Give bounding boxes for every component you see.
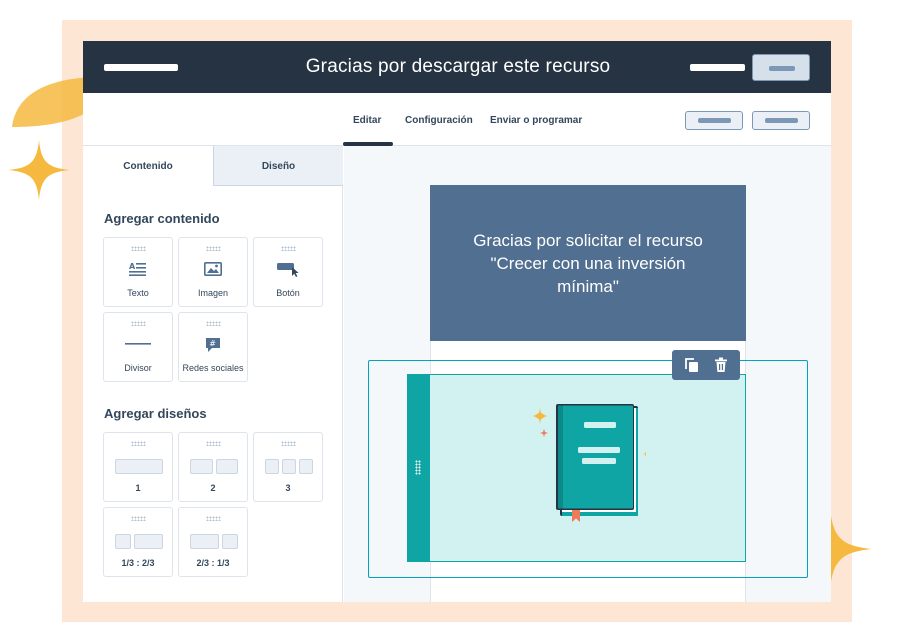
secondary-button-2[interactable] [752,111,810,130]
drag-grip-icon [131,441,146,446]
svg-text:#: # [209,339,216,348]
tile-label: Imagen [197,288,229,298]
content-tile-texto[interactable]: A Texto [103,237,173,307]
tile-label: 1 [135,483,141,493]
social-icon: # [179,337,247,358]
layout-tile-3[interactable]: 3 [253,432,323,502]
content-tile-imagen[interactable]: Imagen [178,237,248,307]
text-icon: A [104,262,172,281]
layout-preview [115,534,163,549]
drag-grip-icon [281,246,296,251]
tile-label: Botón [276,288,300,298]
delete-icon[interactable] [712,356,730,374]
layout-tile-2-3-1-3[interactable]: 2/3 : 1/3 [178,507,248,577]
tile-label: 2 [210,483,216,493]
editor-tabs: Editar Configuración Enviar o programar [83,93,831,146]
tile-label: 1/3 : 2/3 [121,558,155,568]
tile-label: 3 [285,483,291,493]
divider-icon [104,337,172,356]
layout-preview [190,459,238,474]
button-icon [254,262,322,282]
tile-label: Divisor [124,363,152,373]
drag-grip-icon [131,246,146,251]
drag-grip-icon [206,441,221,446]
tile-label: Texto [127,288,149,298]
editor-window: Gracias por descargar este recurso Edita… [83,41,831,602]
header-placeholder-right [690,64,745,71]
header-action-button[interactable] [752,54,810,81]
image-icon [179,262,247,281]
drag-grip-icon [206,246,221,251]
header-bar: Gracias por descargar este recurso [83,41,831,93]
drag-grip-icon [206,516,221,521]
email-hero-text[interactable]: Gracias por solicitar el recurso "Crecer… [430,229,746,298]
email-canvas: Gracias por solicitar el recurso "Crecer… [344,146,831,602]
drag-grip-icon [281,441,296,446]
layout-preview [190,534,238,549]
drag-grip-icon [131,321,146,326]
layout-preview [115,459,163,474]
module-toolbar [672,350,740,380]
svg-text:A: A [129,262,136,271]
email-hero-section[interactable]: Gracias por solicitar el recurso "Crecer… [430,185,746,341]
secondary-button-1[interactable] [685,111,743,130]
sidebar: Contenido Diseño Agregar contenido A Tex… [83,146,343,602]
content-tile-redes-sociales[interactable]: # Redes sociales [178,312,248,382]
sidebar-tab-diseno[interactable]: Diseño [214,146,343,186]
content-tile-divisor[interactable]: Divisor [103,312,173,382]
tab-configuracion[interactable]: Configuración [405,93,473,146]
layout-preview [265,459,313,474]
book-illustration-icon [532,404,646,522]
drag-grip-icon [131,516,146,521]
duplicate-icon[interactable] [683,356,701,374]
header-placeholder-left [104,64,178,71]
tab-editar[interactable]: Editar [342,93,394,146]
layout-tile-2[interactable]: 2 [178,432,248,502]
layout-tile-1[interactable]: 1 [103,432,173,502]
module-drag-handle[interactable] [407,374,430,562]
layout-tile-1-3-2-3[interactable]: 1/3 : 2/3 [103,507,173,577]
sidebar-tab-contenido[interactable]: Contenido [83,146,214,186]
sparkle-left-icon [8,140,70,200]
content-tile-boton[interactable]: Botón [253,237,323,307]
tile-label: Redes sociales [182,363,244,373]
tab-enviar-programar[interactable]: Enviar o programar [490,93,582,146]
page-title: Gracias por descargar este recurso [305,56,611,77]
drag-grip-icon [415,460,421,475]
add-content-heading: Agregar contenido [104,211,220,226]
drag-grip-icon [206,321,221,326]
add-layouts-heading: Agregar diseños [104,406,207,421]
tile-label: 2/3 : 1/3 [196,558,230,568]
